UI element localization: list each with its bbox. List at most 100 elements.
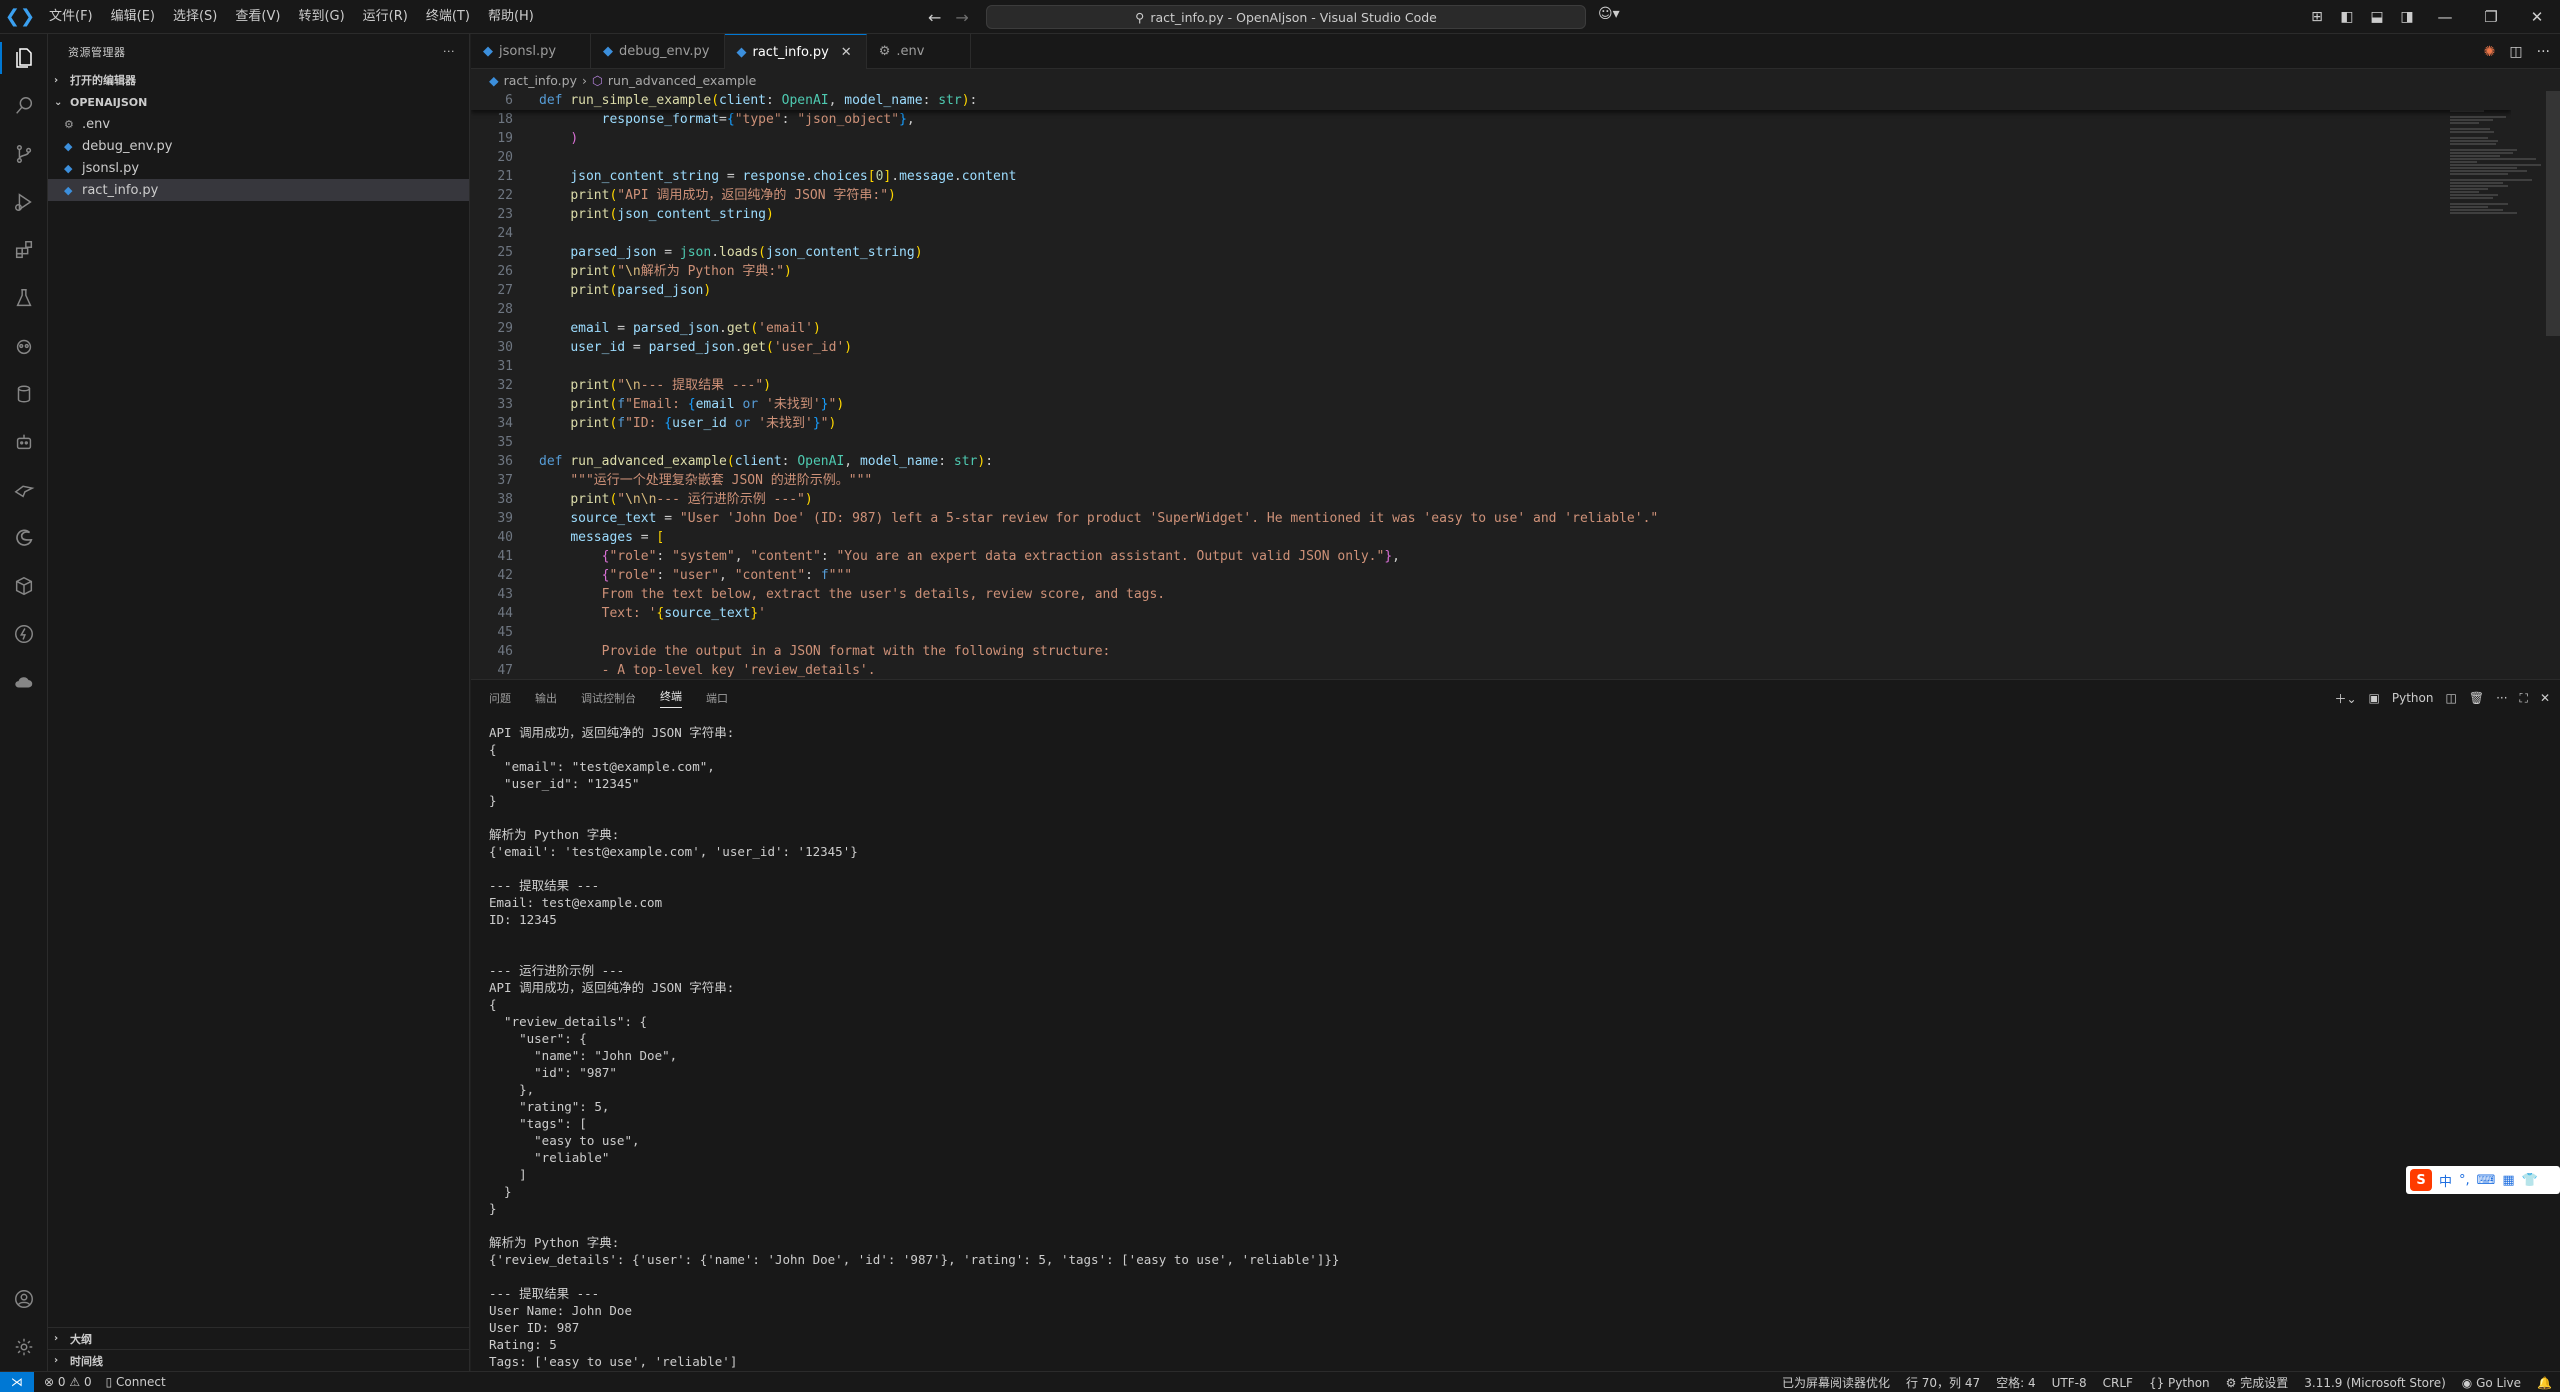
- trash-icon[interactable]: 🗑: [2469, 691, 2484, 705]
- code-line[interactable]: 47 - A top-level key 'review_details'.: [471, 661, 2511, 679]
- ime-punctuation[interactable]: °,: [2459, 1173, 2470, 1188]
- terminal-output[interactable]: API 调用成功，返回纯净的 JSON 字符串: { "email": "test…: [489, 724, 2489, 1370]
- tab-debug-console[interactable]: 调试控制台: [581, 690, 636, 706]
- toggle-sidebar-icon[interactable]: ◧: [2332, 9, 2362, 25]
- minimap[interactable]: [2450, 91, 2546, 291]
- code-line[interactable]: 34 print(f"ID: {user_id or '未找到'}"): [471, 414, 2511, 433]
- code-line[interactable]: 46 Provide the output in a JSON format w…: [471, 642, 2511, 661]
- finish-setup[interactable]: ⚙ 完成设置: [2226, 1374, 2289, 1391]
- customize-layout-icon[interactable]: ⊞: [2302, 9, 2332, 25]
- ime-language[interactable]: 中: [2439, 1171, 2452, 1190]
- remote-icon[interactable]: ⋊: [0, 1371, 34, 1392]
- more-actions-icon[interactable]: ···: [443, 45, 455, 58]
- code-line[interactable]: 26 print("\n解析为 Python 字典:"): [471, 262, 2511, 281]
- code-line[interactable]: 31: [471, 357, 2511, 376]
- end-of-line[interactable]: CRLF: [2103, 1376, 2133, 1390]
- code-line[interactable]: 40 messages = [: [471, 528, 2511, 547]
- extensions-icon[interactable]: [0, 226, 48, 274]
- language-mode[interactable]: {} Python: [2149, 1376, 2210, 1390]
- menu-selection[interactable]: 选择(S): [164, 0, 226, 34]
- code-line[interactable]: 24: [471, 224, 2511, 243]
- source-control-icon[interactable]: [0, 130, 48, 178]
- thunder-client-icon[interactable]: [0, 610, 48, 658]
- new-terminal-icon[interactable]: ＋⌄: [2334, 690, 2356, 707]
- menu-run[interactable]: 运行(R): [354, 0, 417, 34]
- code-line[interactable]: 18 response_format={"type": "json_object…: [471, 110, 2511, 129]
- file-item-ract-info[interactable]: ◆ ract_info.py: [48, 179, 469, 201]
- menu-help[interactable]: 帮助(H): [479, 0, 543, 34]
- database-icon[interactable]: [0, 370, 48, 418]
- split-terminal-icon[interactable]: ◫: [2446, 691, 2457, 705]
- tab-ports[interactable]: 端口: [706, 690, 728, 706]
- file-item-env[interactable]: ⚙ .env: [48, 113, 469, 135]
- go-live[interactable]: ◉ Go Live: [2462, 1376, 2521, 1390]
- cursor-position[interactable]: 行 70，列 47: [1906, 1374, 1980, 1391]
- code-line[interactable]: 29 email = parsed_json.get('email'): [471, 319, 2511, 338]
- tab-problems[interactable]: 问题: [489, 690, 511, 706]
- code-line[interactable]: 43 From the text below, extract the user…: [471, 585, 2511, 604]
- edge-browser-icon[interactable]: [0, 514, 48, 562]
- menu-edit[interactable]: 编辑(E): [102, 0, 164, 34]
- code-line[interactable]: 38 print("\n\n--- 运行进阶示例 ---"): [471, 490, 2511, 509]
- remote-deploy-icon[interactable]: [0, 466, 48, 514]
- minimize-icon[interactable]: —: [2422, 8, 2468, 26]
- forward-arrow-icon[interactable]: →: [955, 8, 968, 27]
- problems-status[interactable]: ⊗ 0 ⚠ 0: [44, 1375, 92, 1389]
- robot-icon[interactable]: [0, 418, 48, 466]
- timeline-section[interactable]: › 时间线: [48, 1349, 469, 1371]
- code-line[interactable]: 19 ): [471, 129, 2511, 148]
- tab-jsonsl[interactable]: ◆ jsonsl.py: [471, 34, 591, 69]
- code-line[interactable]: 33 print(f"Email: {email or '未找到'}"): [471, 395, 2511, 414]
- code-line[interactable]: 42 {"role": "user", "content": f""": [471, 566, 2511, 585]
- run-debug-icon[interactable]: [0, 178, 48, 226]
- breadcrumb-file[interactable]: ract_info.py: [504, 73, 577, 88]
- screen-reader-status[interactable]: 已为屏幕阅读器优化: [1782, 1374, 1890, 1391]
- indentation[interactable]: 空格: 4: [1996, 1374, 2036, 1391]
- folder-section[interactable]: ⌄ OPENAIJSON: [48, 91, 469, 113]
- code-line[interactable]: 32 print("\n--- 提取结果 ---"): [471, 376, 2511, 395]
- close-window-icon[interactable]: ✕: [2514, 8, 2560, 26]
- toggle-panel-icon[interactable]: ⬓: [2362, 9, 2392, 25]
- code-line[interactable]: 39 source_text = "User 'John Doe' (ID: 9…: [471, 509, 2511, 528]
- testing-icon[interactable]: [0, 274, 48, 322]
- code-line[interactable]: 45: [471, 623, 2511, 642]
- tab-env[interactable]: ⚙ .env: [867, 34, 971, 69]
- tab-terminal[interactable]: 终端: [660, 688, 682, 708]
- code-line[interactable]: 37 """运行一个处理复杂嵌套 JSON 的进阶示例。""": [471, 471, 2511, 490]
- restore-icon[interactable]: ❐: [2468, 8, 2514, 26]
- toggle-secondary-sidebar-icon[interactable]: ◨: [2392, 9, 2422, 25]
- connect-status[interactable]: ▯ Connect: [106, 1375, 166, 1389]
- code-line[interactable]: 20: [471, 148, 2511, 167]
- terminal-name[interactable]: Python: [2392, 691, 2434, 705]
- bell-icon[interactable]: 🔔: [2537, 1376, 2552, 1390]
- grid-icon[interactable]: ▦: [2502, 1173, 2514, 1188]
- more-actions-icon[interactable]: ···: [2496, 691, 2507, 705]
- close-panel-icon[interactable]: ✕: [2540, 691, 2550, 705]
- settings-gear-icon[interactable]: [0, 1323, 48, 1371]
- accounts-icon[interactable]: [0, 1275, 48, 1323]
- command-center[interactable]: ⚲ ract_info.py - OpenAIjson - Visual Stu…: [986, 5, 1586, 29]
- code-line[interactable]: 35: [471, 433, 2511, 452]
- tab-output[interactable]: 输出: [535, 690, 557, 706]
- menu-file[interactable]: 文件(F): [40, 0, 102, 34]
- code-line[interactable]: 41 {"role": "system", "content": "You ar…: [471, 547, 2511, 566]
- tab-ract-info[interactable]: ◆ ract_info.py ✕: [724, 34, 867, 69]
- code-line[interactable]: 22 print("API 调用成功，返回纯净的 JSON 字符串:"): [471, 186, 2511, 205]
- code-line[interactable]: 25 parsed_json = json.loads(json_content…: [471, 243, 2511, 262]
- code-line[interactable]: 6 def run_simple_example(client: OpenAI, …: [471, 91, 2511, 110]
- split-editor-icon[interactable]: ◫: [2509, 44, 2522, 60]
- search-icon[interactable]: [0, 82, 48, 130]
- more-actions-icon[interactable]: ···: [2537, 44, 2550, 60]
- code-line[interactable]: 36 def run_advanced_example(client: OpenA…: [471, 452, 2511, 471]
- container-icon[interactable]: [0, 562, 48, 610]
- maximize-panel-icon[interactable]: ⛶: [2520, 691, 2528, 706]
- code-line[interactable]: 30 user_id = parsed_json.get('user_id'): [471, 338, 2511, 357]
- cloud-icon[interactable]: [0, 658, 48, 706]
- code-line[interactable]: 21 json_content_string = response.choice…: [471, 167, 2511, 186]
- copilot-icon[interactable]: ☺▾: [1598, 6, 1620, 22]
- encoding[interactable]: UTF-8: [2052, 1376, 2087, 1390]
- back-arrow-icon[interactable]: ←: [928, 8, 941, 27]
- keyboard-icon[interactable]: ⌨: [2477, 1173, 2496, 1188]
- python-interpreter[interactable]: 3.11.9 (Microsoft Store): [2304, 1376, 2446, 1390]
- close-tab-icon[interactable]: ✕: [841, 45, 852, 60]
